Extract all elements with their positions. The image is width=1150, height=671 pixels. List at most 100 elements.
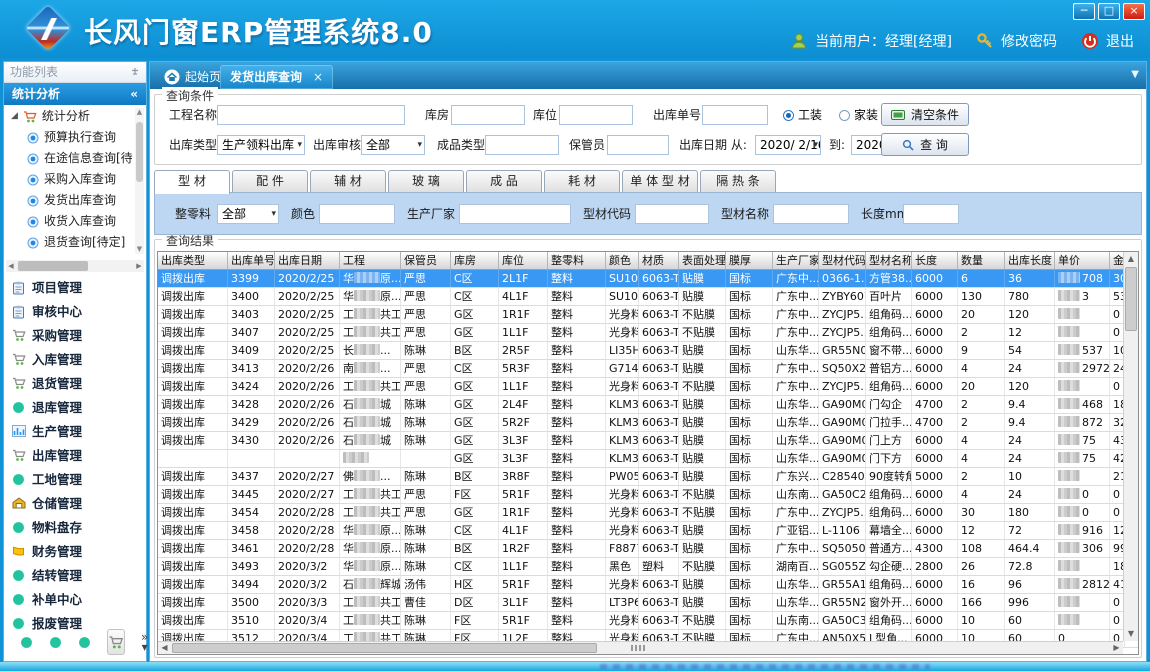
tree-item-在途信息查询[待[interactable]: 在途信息查询[待: [5, 148, 134, 169]
column-header-库房[interactable]: 库房: [451, 252, 499, 269]
out-type-select[interactable]: 生产领料出库: [217, 135, 305, 155]
table-row[interactable]: 调拨出库34372020/2/27佛...陈琳B区3R8F整料PW056063-…: [158, 468, 1138, 486]
minimize-button[interactable]: ─: [1073, 3, 1095, 20]
sidebar-module-工地管理[interactable]: 工地管理: [5, 468, 140, 492]
dot-icon[interactable]: [78, 636, 91, 649]
close-button[interactable]: ×: [1123, 3, 1145, 20]
length-input[interactable]: [903, 204, 959, 224]
tree-root-statistics[interactable]: ◢ 统计分析: [5, 106, 134, 127]
scroll-down-icon[interactable]: ▼: [135, 245, 144, 254]
grid-horizontal-scrollbar[interactable]: ◀ ▶: [158, 641, 1123, 654]
audit-select[interactable]: 全部: [361, 135, 425, 155]
column-header-颜色[interactable]: 颜色: [606, 252, 639, 269]
column-header-出库长度[interactable]: 出库长度: [1005, 252, 1055, 269]
whole-piece-select[interactable]: 全部: [217, 204, 279, 224]
table-row[interactable]: 调拨出库34452020/2/27工共工程严思F区5R1F整料光身料6063-T…: [158, 486, 1138, 504]
sidebar-module-生产管理[interactable]: 生产管理: [5, 420, 140, 444]
table-row[interactable]: G区3L3F整料KLM38176063-T5贴膜国标山东华...GA90M09.…: [158, 450, 1138, 468]
material-tab-单体型材[interactable]: 单 体 型 材: [622, 170, 698, 192]
material-tab-配件[interactable]: 配 件: [232, 170, 308, 192]
sidebar-module-仓储管理[interactable]: 仓储管理: [5, 492, 140, 516]
tree-item-收货入库查询[interactable]: 收货入库查询: [5, 211, 134, 232]
profile-code-input[interactable]: [635, 204, 709, 224]
clear-conditions-button[interactable]: 清空条件: [881, 103, 969, 126]
more-chevron-icon[interactable]: »▾: [141, 632, 148, 652]
material-tab-玻璃[interactable]: 玻 璃: [388, 170, 464, 192]
radio-workwear[interactable]: 工装: [783, 105, 822, 125]
date-from-select[interactable]: 2020/ 2/16: [755, 135, 821, 155]
tab-shipment-query[interactable]: 发货出库查询 ×: [220, 65, 333, 89]
project-name-input[interactable]: [217, 105, 405, 125]
keeper-input[interactable]: [607, 135, 669, 155]
collapse-icon[interactable]: «: [130, 83, 138, 105]
change-password-link[interactable]: 修改密码: [1001, 31, 1057, 51]
material-tab-隔热条[interactable]: 隔 热 条: [700, 170, 776, 192]
scroll-up-icon[interactable]: ▲: [1124, 252, 1138, 266]
sidebar-module-采购管理[interactable]: 采购管理: [5, 324, 140, 348]
tree-vertical-scrollbar[interactable]: ▲ ▼: [135, 108, 144, 254]
column-header-单价[interactable]: 单价: [1055, 252, 1110, 269]
column-header-型材名称[interactable]: 型材名称: [866, 252, 912, 269]
column-header-工程[interactable]: 工程: [340, 252, 401, 269]
color-input[interactable]: [319, 204, 395, 224]
sidebar-module-财务管理[interactable]: 财务管理: [5, 540, 140, 564]
table-row[interactable]: 调拨出库35002020/3/3工共工程曹佳D区3L1F整料LT3P606063…: [158, 594, 1138, 612]
dot-icon[interactable]: [20, 636, 33, 649]
scroll-up-icon[interactable]: ▲: [135, 108, 144, 117]
sidebar-module-入库管理[interactable]: 入库管理: [5, 348, 140, 372]
scroll-down-icon[interactable]: ▼: [1124, 627, 1138, 641]
column-header-数量[interactable]: 数量: [958, 252, 1005, 269]
radio-homewear[interactable]: 家装: [839, 105, 878, 125]
product-type-input[interactable]: [485, 135, 559, 155]
tree-item-采购入库查询[interactable]: 采购入库查询: [5, 169, 134, 190]
material-tab-型材[interactable]: 型 材: [154, 170, 230, 194]
scroll-left-icon[interactable]: ◀: [158, 642, 171, 654]
tree-item-预算执行查询[interactable]: 预算执行查询: [5, 127, 134, 148]
column-header-表面处理[interactable]: 表面处理: [679, 252, 726, 269]
table-row[interactable]: 调拨出库34542020/2/28工共工程严思G区1R1F整料光身料6063-T…: [158, 504, 1138, 522]
sidebar-module-补单中心[interactable]: 补单中心: [5, 588, 140, 612]
profile-name-input[interactable]: [773, 204, 849, 224]
logout-link[interactable]: 退出: [1106, 31, 1134, 51]
table-row[interactable]: 调拨出库34282020/2/26石城陈琳G区2L4F整料KLM38176063…: [158, 396, 1138, 414]
sidebar-module-退货管理[interactable]: 退货管理: [5, 372, 140, 396]
column-header-膜厚[interactable]: 膜厚: [726, 252, 773, 269]
scroll-right-icon[interactable]: ▶: [134, 260, 144, 272]
tree-item-退货查询[待定][interactable]: 退货查询[待定]: [5, 232, 134, 253]
column-header-库位[interactable]: 库位: [499, 252, 548, 269]
tree-horizontal-scrollbar[interactable]: ◀ ▶: [6, 260, 144, 272]
sidebar-module-审核中心[interactable]: 审核中心: [5, 300, 140, 324]
tree-expander-icon[interactable]: ◢: [11, 106, 18, 127]
column-header-材质[interactable]: 材质: [639, 252, 679, 269]
table-row[interactable]: 调拨出库34582020/2/28华原...陈琳C区4L1F整料光身料6063-…: [158, 522, 1138, 540]
material-tab-成品[interactable]: 成 品: [466, 170, 542, 192]
order-no-input[interactable]: [702, 105, 768, 125]
table-row[interactable]: 调拨出库34092020/2/25长...陈琳B区2R5F整料LI35HD606…: [158, 342, 1138, 360]
tab-list-chevron-icon[interactable]: ▼: [1131, 69, 1139, 80]
column-header-长度[interactable]: 长度: [912, 252, 958, 269]
column-header-型材代码[interactable]: 型材代码: [819, 252, 866, 269]
column-header-出库日期[interactable]: 出库日期: [275, 252, 340, 269]
location-input[interactable]: [559, 105, 633, 125]
cart-toolbar-button[interactable]: [107, 629, 125, 655]
table-row[interactable]: 调拨出库34612020/2/28华原...陈琳B区1R2F整料F8877FT6…: [158, 540, 1138, 558]
sidebar-module-退库管理[interactable]: 退库管理: [5, 396, 140, 420]
table-row[interactable]: 调拨出库35102020/3/4工共工程陈琳F区5R1F整料光身料6063-T5…: [158, 612, 1138, 630]
sidebar-module-项目管理[interactable]: 项目管理: [5, 276, 140, 300]
warehouse-input[interactable]: [451, 105, 525, 125]
pin-icon[interactable]: [130, 67, 140, 77]
table-row[interactable]: 调拨出库34932020/3/2华原...陈琳C区1L1F整料黑色塑料不贴膜国标…: [158, 558, 1138, 576]
sidebar-module-物料盘存[interactable]: 物料盘存: [5, 516, 140, 540]
table-row[interactable]: 调拨出库34942020/3/2石辉城汤伟H区5R1F整料光身料6063-T5贴…: [158, 576, 1138, 594]
grid-vertical-scrollbar[interactable]: ▲ ▼: [1123, 252, 1138, 641]
dot-icon[interactable]: [49, 636, 62, 649]
column-header-出库类型[interactable]: 出库类型: [158, 252, 228, 269]
table-row[interactable]: 调拨出库34302020/2/26石城陈琳G区3L3F整料KLM38176063…: [158, 432, 1138, 450]
table-row[interactable]: 调拨出库34132020/2/26南...严思C区5R3F整料G71422606…: [158, 360, 1138, 378]
tab-close-icon[interactable]: ×: [313, 65, 323, 89]
table-row[interactable]: 调拨出库34072020/2/25工共工程严思G区1L1F整料光身料6063-T…: [158, 324, 1138, 342]
column-header-生产厂家[interactable]: 生产厂家: [773, 252, 819, 269]
scroll-left-icon[interactable]: ◀: [6, 260, 16, 272]
sidebar-module-结转管理[interactable]: 结转管理: [5, 564, 140, 588]
material-tab-耗材[interactable]: 耗 材: [544, 170, 620, 192]
